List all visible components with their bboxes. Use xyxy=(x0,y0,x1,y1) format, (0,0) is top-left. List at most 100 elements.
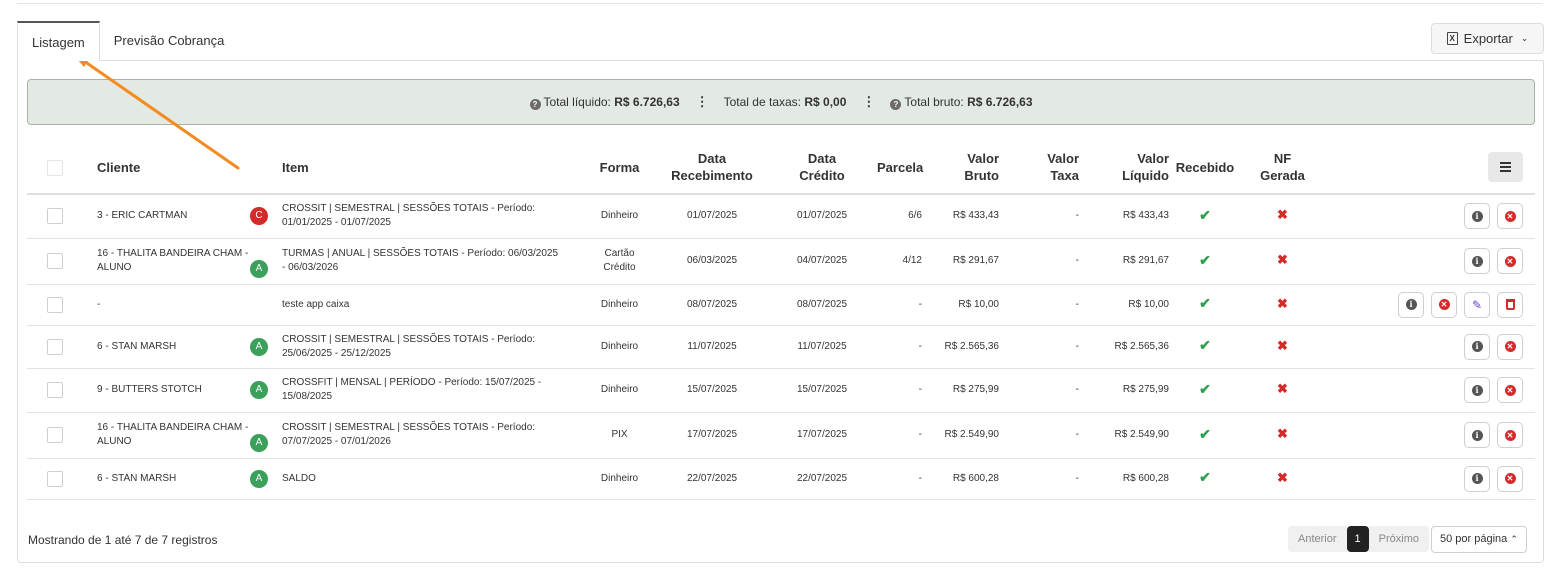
select-all-checkbox[interactable] xyxy=(47,159,63,176)
info-icon: i xyxy=(1471,429,1483,441)
col-nf-gerada[interactable]: NF Gerada xyxy=(1235,141,1330,195)
info-button[interactable]: i xyxy=(1464,248,1490,274)
row-checkbox[interactable] xyxy=(47,208,63,225)
info-icon: i xyxy=(1471,384,1483,396)
prev-page-button[interactable]: Anterior xyxy=(1288,526,1347,552)
cancel-button[interactable]: ✕ xyxy=(1497,203,1523,230)
forma-cell: Cartão Crédito xyxy=(582,238,657,285)
col-data-recebimento[interactable]: Data Recebimento xyxy=(657,141,767,195)
col-item[interactable]: Item xyxy=(282,141,582,195)
cancel-button[interactable]: ✕ xyxy=(1497,422,1523,448)
cliente-name: 16 - THALITA BANDEIRA CHAM - ALUNO xyxy=(97,248,249,273)
nf-gerada-cell: ✖ xyxy=(1235,194,1330,239)
row-checkbox[interactable] xyxy=(47,296,63,313)
table-header: Cliente Item Forma Data Recebimento Data… xyxy=(27,141,1535,195)
close-circle-icon: ✕ xyxy=(1504,255,1516,267)
cancel-button[interactable]: ✕ xyxy=(1497,333,1523,360)
chevron-down-icon: ⌄ xyxy=(1520,33,1529,43)
col-valor-liquido[interactable]: Valor Líquido xyxy=(1085,141,1175,195)
col-data-credito[interactable]: Data Crédito xyxy=(767,141,877,195)
page-1-button[interactable]: 1 xyxy=(1346,526,1369,552)
info-button[interactable]: i xyxy=(1464,333,1490,360)
cross-icon: ✖ xyxy=(1277,207,1288,223)
col-cliente[interactable]: Cliente xyxy=(83,141,282,195)
nf-gerada-cell: ✖ xyxy=(1235,412,1330,459)
parcela-cell: - xyxy=(877,325,922,369)
data-recebimento-cell: 17/07/2025 xyxy=(657,412,767,459)
row-checkbox[interactable] xyxy=(47,253,63,269)
close-circle-icon: ✕ xyxy=(1504,473,1516,484)
item-cell: SALDO xyxy=(282,458,582,500)
parcela-cell: - xyxy=(877,284,922,326)
data-credito-cell: 22/07/2025 xyxy=(767,458,877,500)
col-valor-taxa[interactable]: Valor Taxa xyxy=(1005,141,1085,195)
tab-listagem[interactable]: Listagem xyxy=(17,21,100,61)
edit-button[interactable]: ✎ xyxy=(1464,291,1490,318)
tab-previsao-cobranca[interactable]: Previsão Cobrança xyxy=(100,21,239,61)
valor-liquido-cell: R$ 275,99 xyxy=(1085,368,1175,413)
cliente-name: 9 - BUTTERS STOTCH xyxy=(97,384,202,395)
data-recebimento-cell: 11/07/2025 xyxy=(657,325,767,369)
valor-bruto-cell: R$ 275,99 xyxy=(922,368,1005,413)
status-badge: A xyxy=(250,469,268,488)
parcela-cell: - xyxy=(877,458,922,500)
valor-liquido-cell: R$ 291,67 xyxy=(1085,238,1175,285)
col-forma[interactable]: Forma xyxy=(582,141,657,195)
actions-cell: i ✕ xyxy=(1330,458,1535,500)
data-credito-cell: 01/07/2025 xyxy=(767,194,877,239)
info-button[interactable]: i xyxy=(1464,422,1490,448)
nf-gerada-cell: ✖ xyxy=(1235,458,1330,500)
info-icon: i xyxy=(1471,341,1483,352)
cancel-button[interactable]: ✕ xyxy=(1497,248,1523,274)
info-button[interactable]: i xyxy=(1464,377,1490,403)
row-checkbox[interactable] xyxy=(47,338,63,355)
pencil-icon: ✎ xyxy=(1471,297,1483,312)
data-recebimento-cell: 08/07/2025 xyxy=(657,284,767,326)
col-valor-bruto[interactable]: Valor Bruto xyxy=(922,141,1005,195)
check-icon: ✔ xyxy=(1199,295,1211,311)
info-button[interactable]: i xyxy=(1464,203,1490,230)
row-select-cell xyxy=(27,238,83,285)
col-recebido[interactable]: Recebido xyxy=(1175,141,1235,195)
valor-bruto-cell: R$ 10,00 xyxy=(922,284,1005,326)
column-menu-button[interactable] xyxy=(1488,152,1523,182)
data-credito-cell: 08/07/2025 xyxy=(767,284,877,326)
delete-button[interactable] xyxy=(1497,291,1523,318)
row-checkbox[interactable] xyxy=(47,382,63,398)
info-button[interactable]: i xyxy=(1398,291,1424,318)
table-row: 6 - STAN MARSH A SALDO Dinheiro 22/07/2025 22… xyxy=(27,458,1535,500)
help-icon[interactable]: ? xyxy=(529,98,541,110)
next-page-button[interactable]: Próximo xyxy=(1368,526,1429,552)
valor-taxa-cell: - xyxy=(1005,458,1085,500)
help-icon[interactable]: ? xyxy=(890,98,902,110)
cancel-button[interactable]: ✕ xyxy=(1497,377,1523,403)
forma-cell: Dinheiro xyxy=(582,458,657,500)
forma-cell: PIX xyxy=(582,412,657,459)
valor-bruto-cell: R$ 2.565,36 xyxy=(922,325,1005,369)
export-label: Exportar xyxy=(1463,31,1513,46)
table-row: 6 - STAN MARSH A CROSSIT | SEMESTRAL | SES… xyxy=(27,325,1535,369)
per-page-select[interactable]: 50 por página ⌃ xyxy=(1431,525,1527,553)
cancel-button[interactable]: ✕ xyxy=(1497,465,1523,492)
data-recebimento-cell: 01/07/2025 xyxy=(657,194,767,239)
row-select-cell xyxy=(27,325,83,369)
export-button[interactable]: X Exportar ⌄ xyxy=(1431,23,1544,54)
item-cell: teste app caixa xyxy=(282,284,582,326)
cliente-cell: 6 - STAN MARSH A xyxy=(83,458,282,500)
info-button[interactable]: i xyxy=(1464,465,1490,492)
recebido-cell: ✔ xyxy=(1175,368,1235,413)
row-checkbox[interactable] xyxy=(47,427,63,443)
totals-summary: ? Total líquido: R$ 6.726,63 ⋮ Total de t… xyxy=(27,79,1535,125)
total-liquido: ? Total líquido: R$ 6.726,63 xyxy=(529,95,680,110)
row-checkbox[interactable] xyxy=(47,470,63,487)
actions-cell: i ✕ xyxy=(1330,325,1535,369)
payments-table: Cliente Item Forma Data Recebimento Data… xyxy=(27,141,1535,500)
separator-dots-icon: ⋮ xyxy=(862,94,875,109)
table-row: - teste app caixa Dinheiro 08/07/2025 08/07/… xyxy=(27,284,1535,326)
forma-cell: Dinheiro xyxy=(582,325,657,369)
item-cell: CROSSIT | SEMESTRAL | SESSÕES TOTAIS - P… xyxy=(282,412,582,459)
info-icon: i xyxy=(1471,473,1483,484)
cancel-button[interactable]: ✕ xyxy=(1431,291,1457,318)
col-parcela[interactable]: Parcela xyxy=(877,141,923,195)
parcela-cell: - xyxy=(877,412,922,459)
